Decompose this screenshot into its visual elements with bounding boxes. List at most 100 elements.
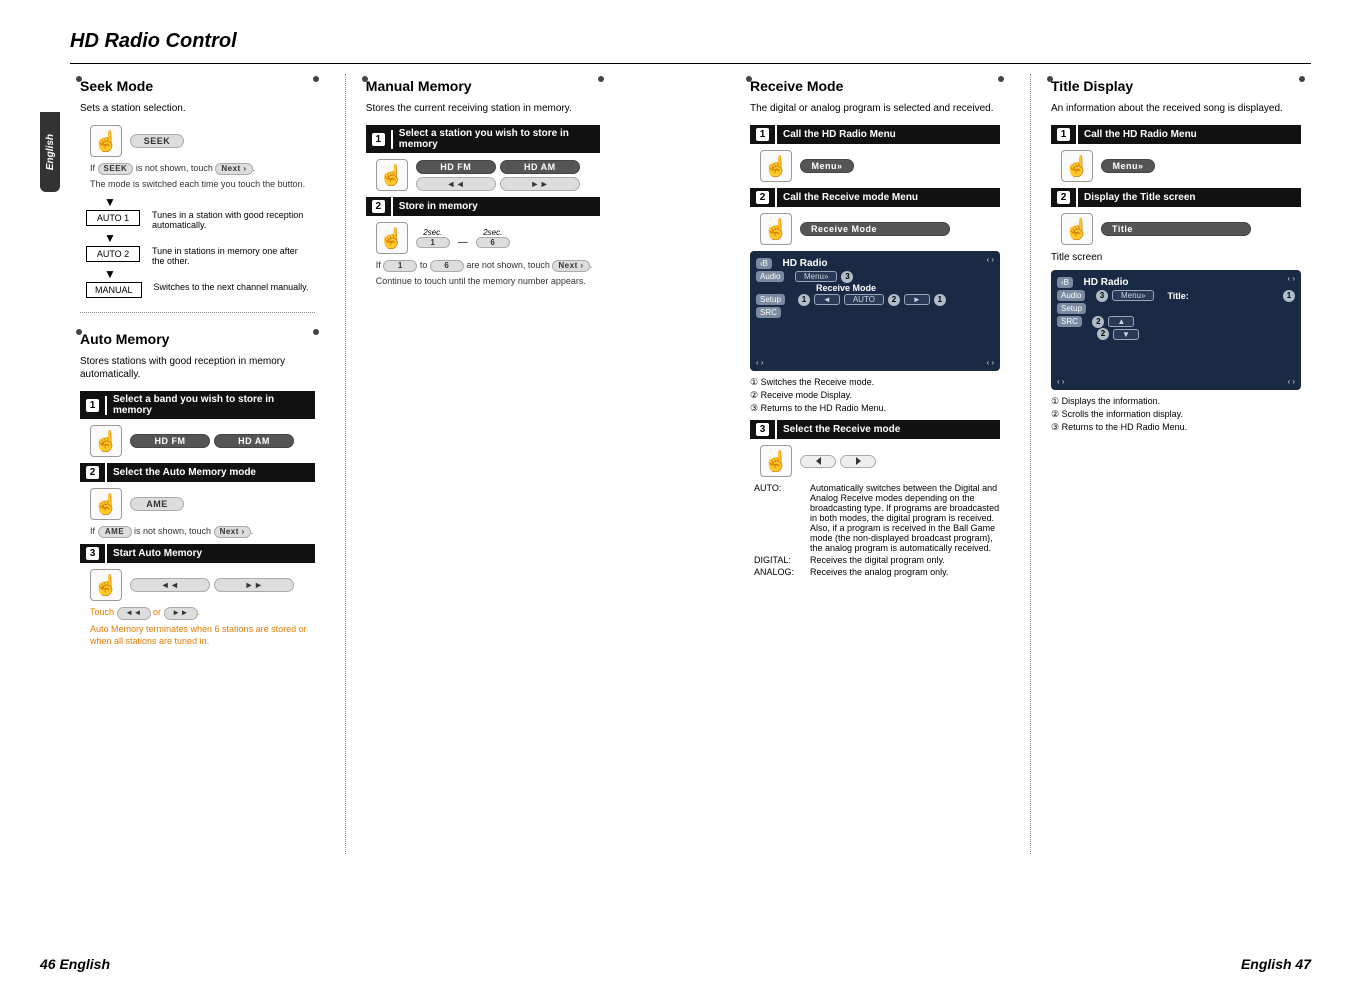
opt-analog-key: ANALOG: bbox=[754, 567, 804, 577]
menu-button[interactable]: Menu» bbox=[1101, 159, 1155, 173]
hand-icon: ☝ bbox=[760, 213, 792, 245]
opt-digital-val: Receives the digital program only. bbox=[810, 555, 1000, 565]
opt-auto-key: AUTO: bbox=[754, 483, 804, 553]
column-manual-memory: Manual Memory Stores the current receivi… bbox=[345, 74, 610, 854]
step-label: Select a station you wish to store in me… bbox=[393, 125, 600, 153]
hand-icon: ☝ bbox=[90, 125, 122, 157]
seek-mode-desc: Sets a station selection. bbox=[80, 102, 315, 115]
callout-1b: 1 bbox=[934, 294, 946, 306]
hand-icon: ☝ bbox=[90, 425, 122, 457]
screen-nav-br-icon: ‹ › bbox=[986, 358, 994, 367]
step-label: Store in memory bbox=[393, 198, 484, 215]
callout-item: ② Receive mode Display. bbox=[750, 390, 1000, 401]
down-arrow-pill[interactable]: ▼ bbox=[1113, 329, 1139, 340]
two-sec-label: 2sec. bbox=[416, 228, 450, 237]
hd-fm-button[interactable]: HD FM bbox=[130, 434, 210, 448]
step-label: Select a band you wish to store in memor… bbox=[107, 391, 315, 419]
step-label: Select the Receive mode bbox=[777, 421, 906, 438]
screen-nav-icon: ‹ › bbox=[986, 255, 994, 264]
title-display-title: Title Display bbox=[1051, 78, 1301, 94]
step-label: Display the Title screen bbox=[1078, 189, 1202, 206]
seek-mode-title: Seek Mode bbox=[80, 78, 315, 94]
title-callout-list: ① Displays the information. ② Scrolls th… bbox=[1051, 396, 1301, 433]
step-bar: 1 Call the HD Radio Menu bbox=[1051, 125, 1301, 144]
setup-tab[interactable]: Setup bbox=[1057, 303, 1086, 314]
step-label: Call the Receive mode Menu bbox=[777, 189, 924, 206]
hand-icon: ☝ bbox=[1061, 213, 1093, 245]
src-tab[interactable]: SRC bbox=[756, 307, 781, 318]
callout-item: ① Switches the Receive mode. bbox=[750, 377, 1000, 388]
screen-mode-label: Receive Mode bbox=[816, 283, 876, 293]
callout-item: ② Scrolls the information display. bbox=[1051, 409, 1301, 420]
page-number-right: English 47 bbox=[1241, 956, 1311, 972]
callout-2b: 2 bbox=[1097, 328, 1109, 340]
receive-mode-button[interactable]: Receive Mode bbox=[800, 222, 950, 236]
nav-right-button[interactable] bbox=[840, 455, 876, 468]
step-bar: 2 Select the Auto Memory mode bbox=[80, 463, 315, 482]
next-button-inline: Next › bbox=[214, 526, 251, 538]
step-label: Call the HD Radio Menu bbox=[1078, 126, 1203, 143]
back-tab[interactable]: ‹B bbox=[1057, 277, 1073, 288]
hd-fm-button[interactable]: HD FM bbox=[416, 160, 496, 174]
step-label: Select the Auto Memory mode bbox=[107, 464, 262, 481]
fwd-button[interactable]: ►► bbox=[500, 177, 580, 191]
seek-button[interactable]: SEEK bbox=[130, 134, 184, 148]
right-arrow-pill[interactable]: ► bbox=[904, 294, 930, 305]
screen-nav-icon: ‹ › bbox=[1287, 274, 1295, 283]
page-number-left: 46 English bbox=[40, 956, 110, 972]
prev-button[interactable]: ◄◄ bbox=[416, 177, 496, 191]
back-tab[interactable]: ‹B bbox=[756, 258, 772, 269]
callout-1: 1 bbox=[798, 294, 810, 306]
screen-nav-bl-icon: ‹ › bbox=[1057, 377, 1065, 386]
receive-mode-screen: ‹ › ‹B HD Radio Audio Menu» 3 Receive Mo… bbox=[750, 251, 1000, 371]
content-columns: Seek Mode Sets a station selection. ☝ SE… bbox=[0, 64, 1351, 854]
step-bar: 3 Start Auto Memory bbox=[80, 544, 315, 563]
prev-button[interactable]: ◄◄ bbox=[130, 578, 210, 592]
src-tab[interactable]: SRC bbox=[1057, 316, 1082, 327]
menu-pill[interactable]: Menu» bbox=[1112, 290, 1154, 301]
preset-1-inline: 1 bbox=[383, 260, 417, 272]
title-button[interactable]: Title bbox=[1101, 222, 1251, 236]
receive-mode-title: Receive Mode bbox=[750, 78, 1000, 94]
title-screen-caption: Title screen bbox=[1051, 251, 1301, 264]
fwd-inline: ►► bbox=[164, 607, 198, 619]
auto-mem-tip1: Touch ◄◄ or ►►. bbox=[90, 607, 315, 619]
step-bar: 1 Select a station you wish to store in … bbox=[366, 125, 600, 153]
menu-button[interactable]: Menu» bbox=[800, 159, 854, 173]
preset-1-button[interactable]: 1 bbox=[416, 237, 450, 248]
seek-note-if: If SEEK is not shown, touch Next ›. bbox=[90, 163, 315, 175]
receive-callout-list: ① Switches the Receive mode. ② Receive m… bbox=[750, 377, 1000, 414]
manual-desc: Switches to the next channel manually. bbox=[154, 282, 309, 292]
fwd-button[interactable]: ►► bbox=[214, 578, 294, 592]
hd-am-button[interactable]: HD AM bbox=[500, 160, 580, 174]
step-bar: 3 Select the Receive mode bbox=[750, 420, 1000, 439]
callout-1: 1 bbox=[1283, 290, 1295, 302]
screen-nav-br-icon: ‹ › bbox=[1287, 377, 1295, 386]
manual-mode: MANUAL bbox=[86, 282, 142, 298]
opt-analog-val: Receives the analog program only. bbox=[810, 567, 1000, 577]
page-gutter bbox=[630, 74, 720, 854]
screen-header: HD Radio bbox=[783, 258, 828, 269]
column-receive-mode: Receive Mode The digital or analog progr… bbox=[740, 74, 1010, 854]
setup-tab[interactable]: Setup bbox=[756, 294, 785, 305]
ame-button[interactable]: AME bbox=[130, 497, 184, 511]
left-arrow-pill[interactable]: ◄ bbox=[814, 294, 840, 305]
triangle-right-icon bbox=[856, 457, 861, 465]
menu-pill[interactable]: Menu» bbox=[795, 271, 837, 282]
preset-6-button[interactable]: 6 bbox=[476, 237, 510, 248]
audio-tab[interactable]: Audio bbox=[756, 271, 784, 282]
seek-button-inline: SEEK bbox=[98, 163, 134, 175]
audio-tab[interactable]: Audio bbox=[1057, 290, 1085, 301]
hd-am-button[interactable]: HD AM bbox=[214, 434, 294, 448]
nav-left-button[interactable] bbox=[800, 455, 836, 468]
column-title-display: Title Display An information about the r… bbox=[1030, 74, 1311, 854]
title-field-label: Title: bbox=[1167, 291, 1188, 301]
step-bar: 1 Call the HD Radio Menu bbox=[750, 125, 1000, 144]
up-arrow-pill[interactable]: ▲ bbox=[1108, 316, 1134, 327]
auto2-desc: Tune in stations in memory one after the… bbox=[152, 246, 312, 266]
hand-icon: ☝ bbox=[376, 159, 408, 191]
hand-icon: ☝ bbox=[760, 150, 792, 182]
column-seek-auto: Seek Mode Sets a station selection. ☝ SE… bbox=[70, 74, 325, 854]
auto-memory-title: Auto Memory bbox=[80, 331, 315, 347]
callout-item: ③ Returns to the HD Radio Menu. bbox=[1051, 422, 1301, 433]
